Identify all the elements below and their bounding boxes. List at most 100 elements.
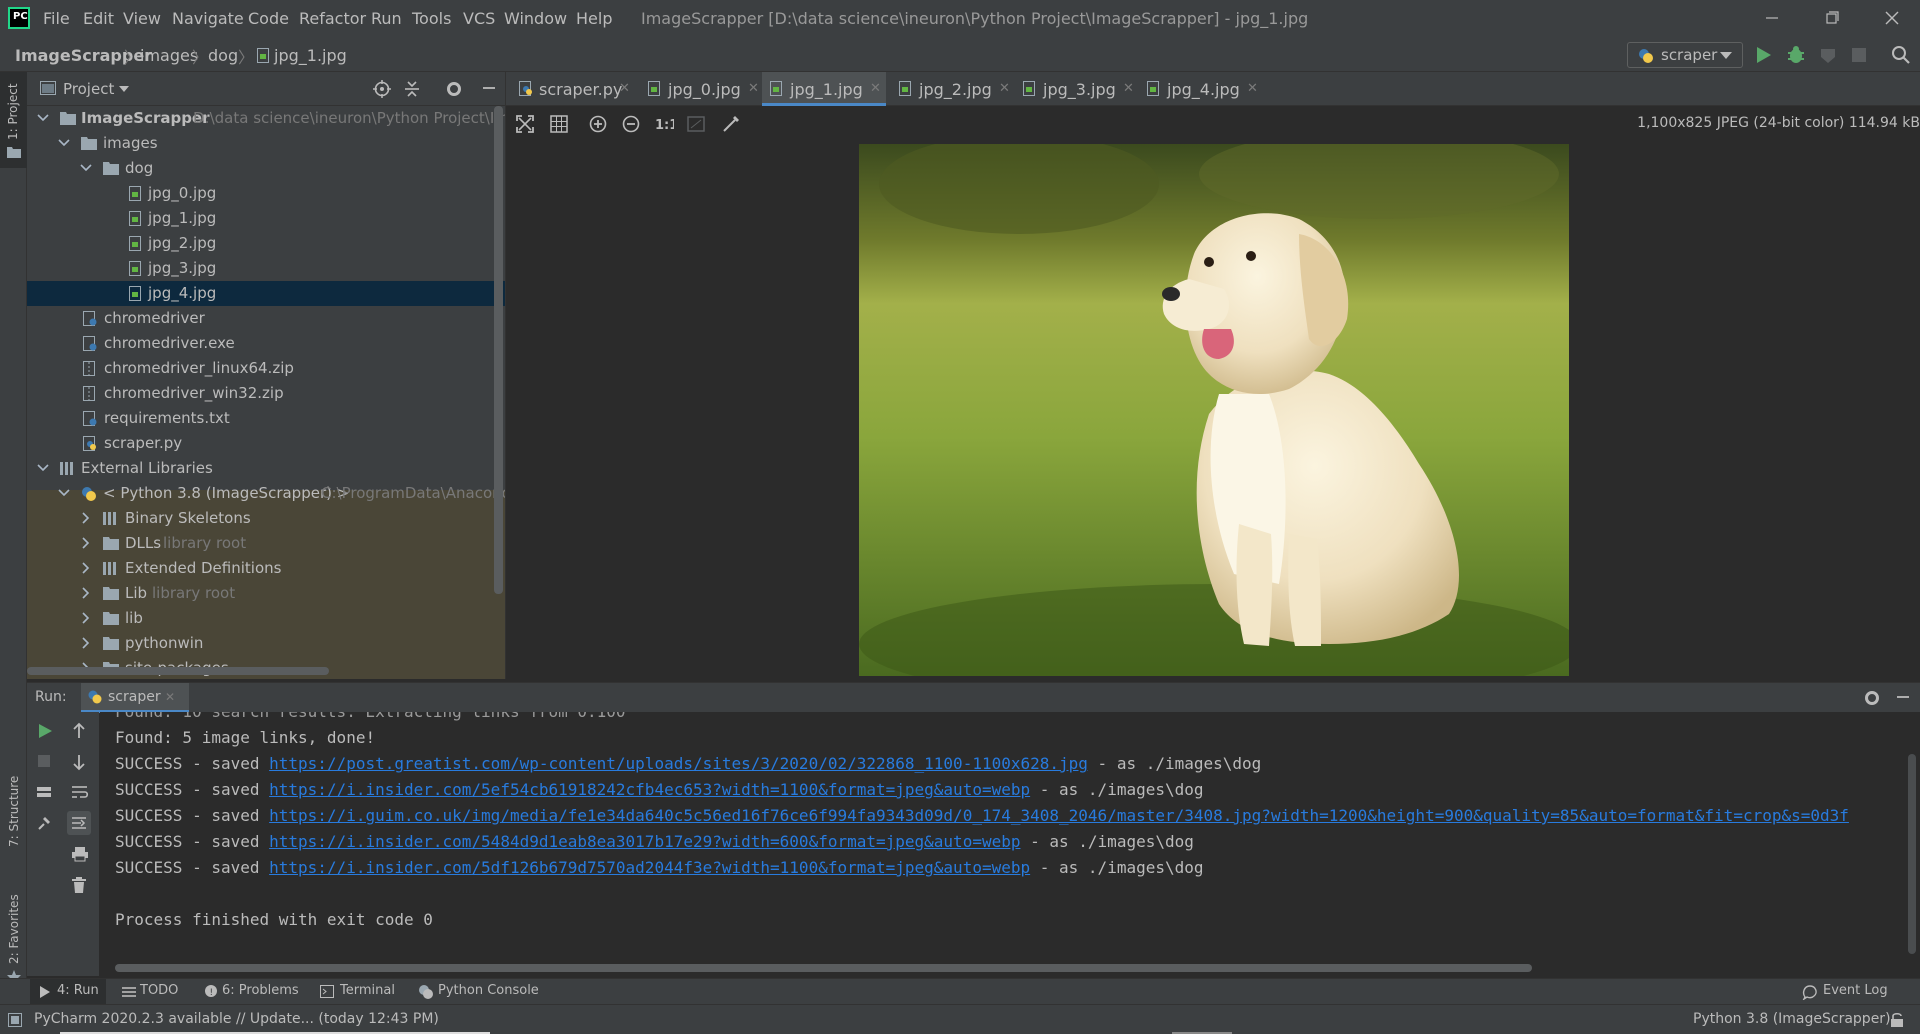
tab-jpg-2[interactable]: jpg_2.jpg ✕ — [891, 72, 1015, 106]
menu-code[interactable]: Code — [248, 9, 289, 28]
favorites-tool-button[interactable]: 2: Favorites — [0, 872, 27, 992]
tree-item[interactable]: lib — [27, 606, 505, 631]
tree-item[interactable]: DLLs library root — [27, 531, 505, 556]
tool-tab-problems[interactable]: 6: Problems — [222, 983, 299, 998]
search-icon[interactable] — [1891, 45, 1911, 65]
window-layout-icon[interactable] — [8, 1013, 22, 1027]
menu-run[interactable]: Run — [371, 9, 402, 28]
console-link[interactable]: https://i.insider.com/5484d9d1eab8ea3017… — [269, 832, 1020, 851]
close-tab-icon[interactable]: ✕ — [748, 81, 759, 96]
structure-tool-button[interactable]: 7: Structure — [0, 752, 27, 852]
project-tool-button[interactable]: 1: Project — [0, 72, 27, 168]
tree-item[interactable]: pythonwin — [27, 631, 505, 656]
tree-item[interactable]: chromedriver — [27, 306, 505, 331]
minimize-button[interactable] — [1752, 4, 1792, 32]
chevron-right-icon[interactable] — [79, 561, 93, 575]
tree-item[interactable]: jpg_3.jpg — [27, 256, 505, 281]
layout-icon[interactable] — [36, 784, 52, 800]
debug-icon[interactable] — [1786, 45, 1806, 65]
menu-navigate[interactable]: Navigate — [172, 9, 244, 28]
chevron-down-icon[interactable] — [57, 136, 71, 150]
coverage-icon[interactable] — [1818, 45, 1838, 65]
soft-wrap-icon[interactable] — [71, 784, 89, 800]
fit-zoom-icon[interactable] — [687, 115, 705, 133]
tab-scraper-py[interactable]: scraper.py ✕ — [511, 72, 635, 106]
vertical-scrollbar[interactable] — [1908, 754, 1916, 954]
tree-item[interactable]: chromedriver_win32.zip — [27, 381, 505, 406]
lock-icon[interactable] — [1890, 1012, 1904, 1028]
close-tab-icon[interactable]: ✕ — [619, 81, 630, 96]
zoom-in-icon[interactable] — [589, 115, 607, 133]
chevron-right-icon[interactable] — [79, 636, 93, 650]
tool-tab-event-log[interactable]: Event Log — [1823, 983, 1888, 998]
horizontal-scrollbar[interactable] — [115, 964, 1532, 972]
tree-item[interactable]: jpg_0.jpg — [27, 181, 505, 206]
tree-item-selected[interactable]: jpg_4.jpg — [27, 281, 505, 306]
tree-item[interactable]: chromedriver.exe — [27, 331, 505, 356]
tree-item[interactable]: scraper.py — [27, 431, 505, 456]
run-configuration-selector[interactable]: scraper — [1627, 42, 1743, 68]
chevron-right-icon[interactable] — [79, 536, 93, 550]
close-window-button[interactable] — [1872, 4, 1912, 32]
tree-item[interactable]: Lib library root — [27, 581, 505, 606]
scroll-down-icon[interactable] — [71, 753, 87, 771]
hide-panel-icon[interactable] — [481, 80, 497, 96]
menu-view[interactable]: View — [123, 9, 161, 28]
close-tab-icon[interactable]: ✕ — [1123, 81, 1134, 96]
menu-tools[interactable]: Tools — [412, 9, 451, 28]
close-tab-icon[interactable]: ✕ — [165, 690, 175, 704]
menu-help[interactable]: Help — [576, 9, 612, 28]
tree-item[interactable]: Binary Skeletons — [27, 506, 505, 531]
collapse-all-icon[interactable] — [404, 81, 420, 97]
tree-item[interactable]: images — [27, 131, 505, 156]
actual-size-icon[interactable]: 1:1 — [654, 115, 674, 133]
breadcrumb-images[interactable]: images — [140, 46, 198, 65]
run-icon[interactable] — [1754, 45, 1772, 65]
menu-refactor[interactable]: Refactor — [299, 9, 366, 28]
update-notification[interactable]: PyCharm 2020.2.3 available // Update... … — [34, 1011, 439, 1027]
color-picker-icon[interactable] — [721, 114, 741, 134]
tab-jpg-3[interactable]: jpg_3.jpg ✕ — [1015, 72, 1139, 106]
chevron-down-icon[interactable] — [57, 486, 71, 500]
tree-item[interactable]: chromedriver_linux64.zip — [27, 356, 505, 381]
restore-button[interactable] — [1812, 4, 1852, 32]
chevron-down-icon[interactable] — [119, 86, 129, 93]
rerun-icon[interactable] — [36, 722, 54, 740]
project-view-selector[interactable]: Project — [63, 80, 114, 98]
console-link[interactable]: https://i.insider.com/5ef54cb61918242cfb… — [269, 780, 1030, 799]
menu-vcs[interactable]: VCS — [463, 9, 495, 28]
horizontal-scrollbar[interactable] — [27, 667, 329, 675]
gear-icon[interactable] — [445, 80, 463, 98]
tool-tab-terminal[interactable]: Terminal — [340, 983, 395, 998]
console-link[interactable]: https://i.guim.co.uk/img/media/fe1e34da6… — [269, 806, 1849, 825]
tree-item[interactable]: < Python 3.8 (ImageScrapper) > C:\Progra… — [27, 481, 505, 506]
tree-item[interactable]: ImageScrapper D:\data science\ineuron\Py… — [27, 106, 505, 131]
scroll-up-icon[interactable] — [71, 722, 87, 740]
menu-edit[interactable]: Edit — [83, 9, 114, 28]
chevron-right-icon[interactable] — [79, 511, 93, 525]
stop-icon[interactable] — [1851, 47, 1867, 63]
tree-item[interactable]: requirements.txt — [27, 406, 505, 431]
close-tab-icon[interactable]: ✕ — [870, 81, 881, 96]
tree-item[interactable]: jpg_1.jpg — [27, 206, 505, 231]
console-link[interactable]: https://i.insider.com/5df126b679d7570ad2… — [269, 858, 1030, 877]
run-tab-scraper[interactable]: scraper ✕ — [81, 683, 189, 713]
tab-jpg-4[interactable]: jpg_4.jpg ✕ — [1139, 72, 1263, 106]
breadcrumb-dog[interactable]: dog — [208, 46, 238, 65]
chevron-down-icon[interactable] — [36, 111, 50, 125]
tool-tab-todo[interactable]: TODO — [140, 983, 178, 998]
tree-item[interactable]: jpg_2.jpg — [27, 231, 505, 256]
zoom-out-icon[interactable] — [622, 115, 640, 133]
chevron-right-icon[interactable] — [79, 611, 93, 625]
breadcrumb-file[interactable]: jpg_1.jpg — [274, 46, 347, 65]
pin-icon[interactable] — [36, 815, 52, 831]
fit-to-window-icon[interactable] — [516, 115, 534, 133]
vertical-scrollbar[interactable] — [494, 106, 503, 594]
tree-item[interactable]: External Libraries — [27, 456, 505, 481]
scroll-to-end-button[interactable] — [67, 811, 91, 835]
gear-icon[interactable] — [1863, 689, 1881, 707]
hide-panel-icon[interactable] — [1895, 689, 1911, 705]
tree-item[interactable]: dog — [27, 156, 505, 181]
tool-tab-run[interactable]: 4: Run — [30, 979, 106, 1005]
tab-jpg-0[interactable]: jpg_0.jpg ✕ — [640, 72, 764, 106]
